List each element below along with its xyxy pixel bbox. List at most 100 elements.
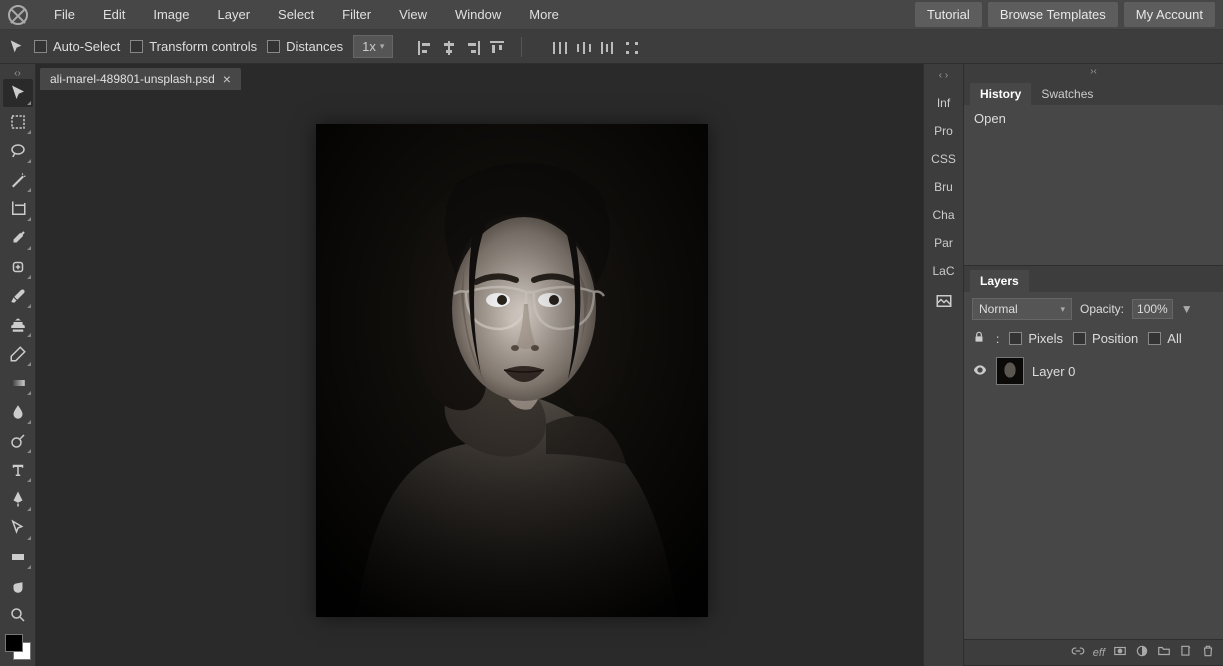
info-panel-tab[interactable]: Inf xyxy=(924,96,963,110)
close-tab-icon[interactable]: × xyxy=(223,72,231,86)
my-account-button[interactable]: My Account xyxy=(1124,2,1215,27)
auto-select-checkbox[interactable]: Auto-Select xyxy=(34,39,120,54)
opacity-slider-icon[interactable]: ▼ xyxy=(1181,302,1193,316)
history-entry[interactable]: Open xyxy=(974,111,1213,126)
document-filename: ali-marel-489801-unsplash.psd xyxy=(50,72,215,86)
pen-tool[interactable] xyxy=(3,485,33,513)
move-tool[interactable] xyxy=(3,79,33,107)
panels-expand-icon[interactable]: ‹ › xyxy=(939,70,948,82)
document-tab[interactable]: ali-marel-489801-unsplash.psd × xyxy=(40,68,241,90)
crop-tool[interactable] xyxy=(3,195,33,223)
app-logo-icon xyxy=(8,5,28,25)
clone-stamp-tool[interactable] xyxy=(3,311,33,339)
right-collapse-icon[interactable]: ›‹ xyxy=(964,64,1223,79)
distances-checkbox[interactable]: Distances xyxy=(267,39,343,54)
move-tool-icon xyxy=(8,39,24,55)
hand-tool[interactable] xyxy=(3,572,33,600)
lock-icon xyxy=(972,330,986,347)
menu-layer[interactable]: Layer xyxy=(204,3,265,26)
layer-list: Layer 0 xyxy=(964,351,1223,639)
history-tab[interactable]: History xyxy=(970,83,1031,105)
blur-tool[interactable] xyxy=(3,398,33,426)
layer-visibility-icon[interactable] xyxy=(972,362,988,381)
layer-name[interactable]: Layer 0 xyxy=(1032,364,1075,379)
menu-select[interactable]: Select xyxy=(264,3,328,26)
type-tool[interactable] xyxy=(3,456,33,484)
layer-comps-panel-tab[interactable]: LaC xyxy=(924,264,963,278)
menu-view[interactable]: View xyxy=(385,3,441,26)
layers-panel: Layers Normal Opacity: 100% ▼ : Pixels P… xyxy=(964,266,1223,666)
distribute-center-icon[interactable] xyxy=(574,38,592,56)
distribute-right-icon[interactable] xyxy=(598,38,616,56)
layer-row[interactable]: Layer 0 xyxy=(970,355,1217,387)
tutorial-button[interactable]: Tutorial xyxy=(915,2,982,27)
menu-file[interactable]: File xyxy=(40,3,89,26)
menu-image[interactable]: Image xyxy=(139,3,203,26)
auto-select-label: Auto-Select xyxy=(53,39,120,54)
distribute-group xyxy=(550,38,640,56)
align-top-icon[interactable] xyxy=(487,38,505,56)
lock-pixels-checkbox[interactable]: Pixels xyxy=(1009,331,1063,346)
blend-mode-select[interactable]: Normal xyxy=(972,298,1072,320)
distribute-spacing-icon[interactable] xyxy=(622,38,640,56)
properties-panel-tab[interactable]: Pro xyxy=(924,124,963,138)
separator xyxy=(521,37,522,57)
css-panel-tab[interactable]: CSS xyxy=(924,152,963,166)
brush-tool[interactable] xyxy=(3,282,33,310)
canvas-image[interactable] xyxy=(316,124,708,617)
layers-tab[interactable]: Layers xyxy=(970,270,1029,292)
color-swatch[interactable] xyxy=(3,632,33,662)
eyedropper-tool[interactable] xyxy=(3,224,33,252)
zoom-tool[interactable] xyxy=(3,601,33,629)
brush-panel-tab[interactable]: Bru xyxy=(924,180,963,194)
layer-effects-icon[interactable]: eff xyxy=(1093,647,1105,659)
healing-tool[interactable] xyxy=(3,253,33,281)
history-panel: History Swatches Open xyxy=(964,79,1223,266)
menu-filter[interactable]: Filter xyxy=(328,3,385,26)
menu-window[interactable]: Window xyxy=(441,3,515,26)
menu-more[interactable]: More xyxy=(515,3,573,26)
distribute-left-icon[interactable] xyxy=(550,38,568,56)
pixel-ratio-select[interactable]: 1x xyxy=(353,35,393,58)
align-left-icon[interactable] xyxy=(415,38,433,56)
align-center-h-icon[interactable] xyxy=(439,38,457,56)
lock-all-checkbox[interactable]: All xyxy=(1148,331,1181,346)
distances-label: Distances xyxy=(286,39,343,54)
marquee-tool[interactable] xyxy=(3,108,33,136)
tool-palette: ‹› xyxy=(0,64,36,666)
menu-bar: File Edit Image Layer Select Filter View… xyxy=(0,0,1223,30)
adjustment-layer-icon[interactable] xyxy=(1135,644,1149,661)
transform-controls-label: Transform controls xyxy=(149,39,257,54)
paragraph-panel-tab[interactable]: Par xyxy=(924,236,963,250)
layer-mask-icon[interactable] xyxy=(1113,644,1127,661)
document-tab-bar: ali-marel-489801-unsplash.psd × xyxy=(36,64,923,90)
thumbnail-panel-icon[interactable] xyxy=(924,292,963,313)
align-right-icon[interactable] xyxy=(463,38,481,56)
align-group xyxy=(415,38,505,56)
lasso-tool[interactable] xyxy=(3,137,33,165)
lock-position-checkbox[interactable]: Position xyxy=(1073,331,1138,346)
foreground-color-swatch[interactable] xyxy=(5,634,23,652)
eraser-tool[interactable] xyxy=(3,340,33,368)
dodge-tool[interactable] xyxy=(3,427,33,455)
menu-edit[interactable]: Edit xyxy=(89,3,139,26)
new-folder-icon[interactable] xyxy=(1157,644,1171,661)
browse-templates-button[interactable]: Browse Templates xyxy=(988,2,1118,27)
magic-wand-tool[interactable] xyxy=(3,166,33,194)
link-layers-icon[interactable] xyxy=(1071,644,1085,661)
gradient-tool[interactable] xyxy=(3,369,33,397)
options-bar: Auto-Select Transform controls Distances… xyxy=(0,30,1223,64)
path-select-tool[interactable] xyxy=(3,514,33,542)
layer-thumbnail[interactable] xyxy=(996,357,1024,385)
delete-layer-icon[interactable] xyxy=(1201,644,1215,661)
shape-tool[interactable] xyxy=(3,543,33,571)
character-panel-tab[interactable]: Cha xyxy=(924,208,963,222)
transform-controls-checkbox[interactable]: Transform controls xyxy=(130,39,257,54)
right-panel-column: ›‹ History Swatches Open Layers Normal O… xyxy=(963,64,1223,666)
collapsed-panels-strip: ‹ › Inf Pro CSS Bru Cha Par LaC xyxy=(923,64,963,666)
swatches-tab[interactable]: Swatches xyxy=(1031,83,1103,105)
canvas-area: ali-marel-489801-unsplash.psd × xyxy=(36,64,923,666)
toolbar-expand-icon[interactable]: ‹› xyxy=(3,68,33,78)
opacity-value[interactable]: 100% xyxy=(1132,299,1173,319)
new-layer-icon[interactable] xyxy=(1179,644,1193,661)
